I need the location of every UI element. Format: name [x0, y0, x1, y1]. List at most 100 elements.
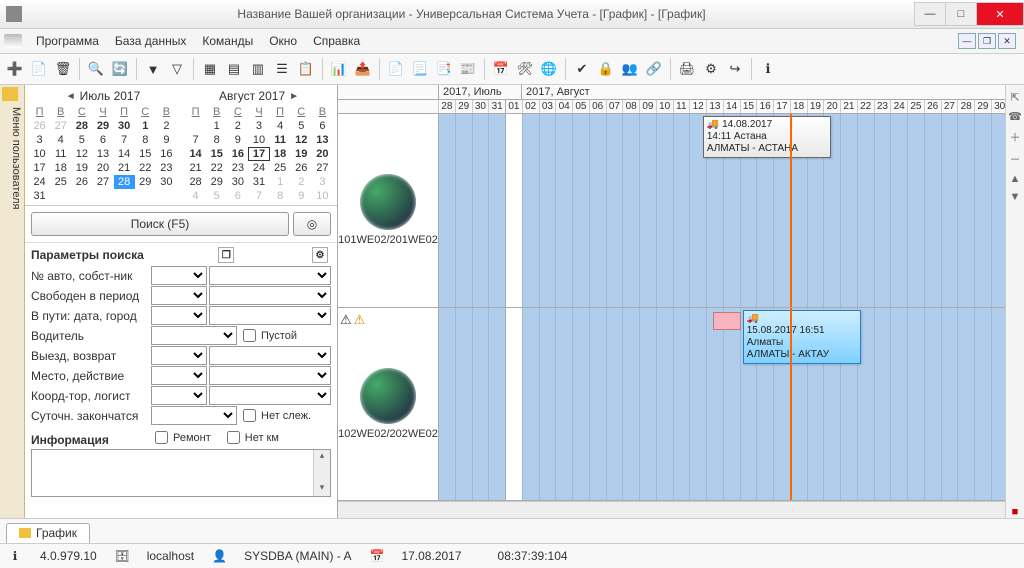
cal-icon[interactable]: 📅 — [490, 58, 512, 80]
calendar-day[interactable]: 23 — [227, 161, 248, 175]
calendar-day[interactable]: 2 — [291, 175, 312, 189]
print-icon[interactable]: 🖨 — [676, 58, 698, 80]
day-header[interactable]: 27 — [941, 100, 958, 113]
calendar-day[interactable]: 9 — [156, 133, 177, 147]
zoomin-icon[interactable]: ＋ — [1010, 129, 1021, 145]
action-select[interactable] — [209, 366, 331, 385]
day-header[interactable]: 20 — [823, 100, 840, 113]
grid2-icon[interactable]: ▤ — [223, 58, 245, 80]
share-icon[interactable]: ↪ — [724, 58, 746, 80]
calendar-day[interactable]: 10 — [312, 189, 333, 203]
doc2-icon[interactable]: 📃 — [409, 58, 431, 80]
daily-select[interactable] — [151, 406, 237, 425]
close-button[interactable]: ✕ — [976, 2, 1024, 26]
lock-icon[interactable]: 🔒 — [595, 58, 617, 80]
link-icon[interactable]: 🔗 — [643, 58, 665, 80]
calendar-day[interactable]: 1 — [135, 119, 156, 133]
grid-icon[interactable]: ▦ — [199, 58, 221, 80]
calendar-day[interactable]: 27 — [312, 161, 333, 175]
calendar-day[interactable]: 24 — [29, 175, 50, 189]
day-header[interactable]: 29 — [455, 100, 472, 113]
calendar-day[interactable]: 26 — [71, 175, 92, 189]
menu-teams[interactable]: Команды — [194, 32, 261, 50]
menu-database[interactable]: База данных — [107, 32, 194, 50]
add-icon[interactable]: ➕ — [4, 58, 26, 80]
day-header[interactable]: 02 — [522, 100, 539, 113]
day-header[interactable]: 25 — [907, 100, 924, 113]
minimize-button[interactable]: — — [914, 2, 946, 26]
expand-icon[interactable]: ⇱ — [1010, 91, 1019, 104]
calendar-day[interactable]: 13 — [312, 133, 333, 147]
copy-icon[interactable]: 📄 — [28, 58, 50, 80]
target-button[interactable]: ◎ — [293, 212, 331, 236]
calendar-day[interactable] — [71, 189, 92, 203]
export-icon[interactable]: 📤 — [352, 58, 374, 80]
phone-icon[interactable]: ☎ — [1008, 110, 1022, 123]
day-header[interactable]: 22 — [857, 100, 874, 113]
search-button[interactable]: Поиск (F5) — [31, 212, 289, 236]
tree-icon[interactable]: ☰ — [271, 58, 293, 80]
zoomout-icon[interactable]: － — [1010, 151, 1021, 167]
menu-window[interactable]: Окно — [261, 32, 305, 50]
calendar-day[interactable]: 10 — [29, 147, 50, 161]
doc-icon[interactable]: 📄 — [385, 58, 407, 80]
day-header[interactable]: 01 — [505, 100, 522, 113]
calendar-day[interactable]: 15 — [135, 147, 156, 161]
calendar-day[interactable]: 10 — [248, 133, 269, 147]
route-city-select[interactable] — [209, 306, 331, 325]
calendar-day[interactable]: 31 — [29, 189, 50, 203]
calendar-day[interactable]: 30 — [156, 175, 177, 189]
calendar-day[interactable]: 21 — [185, 161, 206, 175]
calendar-day[interactable]: 27 — [50, 119, 71, 133]
search-icon[interactable]: 🔍 — [85, 58, 107, 80]
calendar-day[interactable]: 26 — [291, 161, 312, 175]
filter-icon[interactable]: ▼ — [142, 58, 164, 80]
calendar-day[interactable]: 6 — [227, 189, 248, 203]
auto-number-select[interactable] — [151, 266, 207, 285]
globe-icon[interactable]: 🌐 — [538, 58, 560, 80]
empty-checkbox[interactable] — [243, 329, 256, 342]
calendar-day[interactable]: 3 — [29, 133, 50, 147]
refresh-icon[interactable]: 🔄 — [109, 58, 131, 80]
calendar-day[interactable]: 29 — [135, 175, 156, 189]
day-header[interactable]: 14 — [723, 100, 740, 113]
calendar-day[interactable]: 17 — [248, 147, 269, 161]
calendar-day[interactable] — [114, 189, 135, 203]
calendar-day[interactable] — [50, 189, 71, 203]
calendar-day[interactable]: 15 — [206, 147, 227, 161]
nokm-checkbox[interactable] — [227, 431, 240, 444]
day-header[interactable]: 17 — [773, 100, 790, 113]
calendar-day[interactable] — [92, 189, 113, 203]
calendar-day[interactable] — [185, 119, 206, 133]
filter2-icon[interactable]: ▽ — [166, 58, 188, 80]
delete-icon[interactable]: 🗑 — [52, 58, 74, 80]
free-to-select[interactable] — [209, 286, 331, 305]
calendar-day[interactable]: 4 — [50, 133, 71, 147]
cal-next-icon[interactable]: ► — [289, 91, 299, 102]
day-header[interactable]: 08 — [622, 100, 639, 113]
calendar-day[interactable]: 14 — [185, 147, 206, 161]
calendar-day[interactable]: 8 — [135, 133, 156, 147]
free-from-select[interactable] — [151, 286, 207, 305]
check-icon[interactable]: ✔ — [571, 58, 593, 80]
calendar-day[interactable]: 7 — [114, 133, 135, 147]
coord-select[interactable] — [151, 386, 207, 405]
calendar-july[interactable]: ◄Июль 2017 ПВСЧПСВ2627282930123456789101… — [25, 85, 181, 205]
calendar-day[interactable] — [135, 189, 156, 203]
excel-icon[interactable]: 📊 — [328, 58, 350, 80]
calendar-day[interactable]: 16 — [227, 147, 248, 161]
h-scrollbar[interactable] — [338, 501, 1024, 518]
gantt-row-1[interactable]: 101WE02/201WE02 🚚 14.08.2017 14:11 Астан… — [338, 114, 1024, 308]
calendar-day[interactable]: 2 — [227, 119, 248, 133]
day-header[interactable]: 18 — [790, 100, 807, 113]
calendar-day[interactable] — [156, 189, 177, 203]
calendar-day[interactable]: 3 — [248, 119, 269, 133]
maximize-button[interactable]: □ — [945, 2, 977, 26]
day-header[interactable]: 03 — [539, 100, 556, 113]
calendar-day[interactable]: 13 — [92, 147, 113, 161]
settings-params-icon[interactable]: ⚙ — [312, 247, 328, 263]
day-header[interactable]: 19 — [807, 100, 824, 113]
calendar-day[interactable]: 18 — [270, 147, 291, 161]
calendar-day[interactable]: 5 — [71, 133, 92, 147]
scroll-down-icon[interactable]: ▾ — [314, 482, 330, 496]
